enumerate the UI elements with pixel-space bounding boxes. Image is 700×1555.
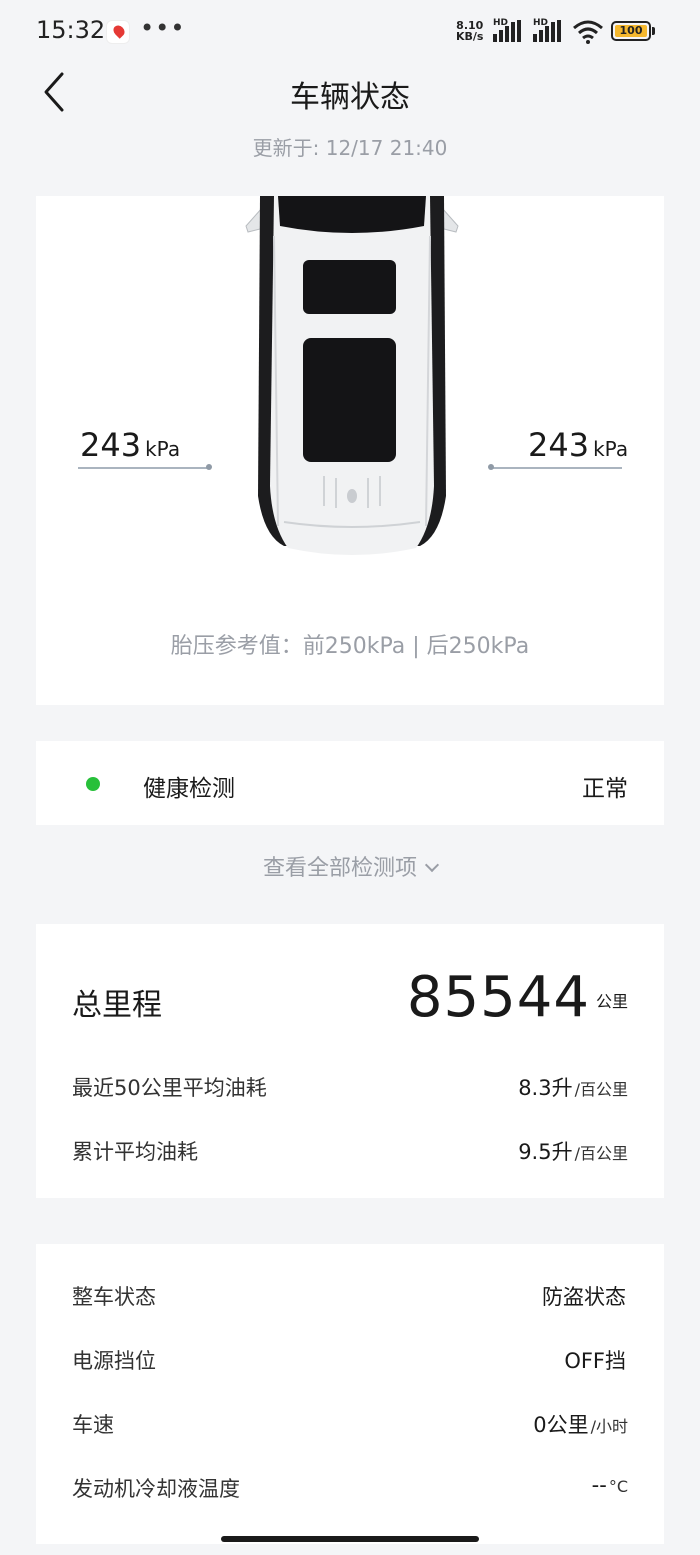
health-check-status: 正常 bbox=[582, 776, 628, 802]
mileage-card: 总里程 85544 公里 最近50公里平均油耗 8.3升/百公里 累计平均油耗 … bbox=[36, 924, 664, 1198]
chevron-down-icon bbox=[424, 857, 440, 873]
health-check-label: 健康检测 bbox=[143, 776, 235, 802]
right-tire-dot bbox=[488, 464, 494, 470]
left-tire-value: 243 bbox=[80, 426, 142, 464]
recent-fuel-consumption-unit: /百公里 bbox=[574, 1080, 628, 1099]
health-check-row[interactable]: 健康检测 正常 bbox=[36, 741, 664, 825]
average-fuel-consumption-unit: /百公里 bbox=[574, 1144, 628, 1163]
coolant-temp-unit: °C bbox=[608, 1477, 628, 1496]
left-tire-dot bbox=[206, 464, 212, 470]
right-tire-value: 243 bbox=[528, 426, 590, 464]
vehicle-state-number: 防盗状态 bbox=[542, 1285, 626, 1309]
average-fuel-consumption-number: 9.5升 bbox=[518, 1140, 573, 1164]
speed-value: 0公里/小时 bbox=[533, 1409, 628, 1439]
recent-fuel-consumption-value: 8.3升/百公里 bbox=[518, 1072, 628, 1102]
power-gear-label: 电源挡位 bbox=[72, 1349, 156, 1373]
car-top-view-image bbox=[245, 196, 459, 555]
health-status-dot bbox=[86, 777, 100, 791]
battery-tip bbox=[652, 27, 655, 35]
right-tire-unit: kPa bbox=[593, 437, 629, 461]
battery-level: 100 bbox=[615, 25, 647, 37]
left-tire-leader-line bbox=[78, 467, 210, 469]
signal-1-icon: HD bbox=[493, 18, 523, 42]
power-gear-value: OFF挡 bbox=[564, 1345, 628, 1375]
status-time: 15:32 bbox=[36, 16, 106, 44]
average-fuel-consumption-value: 9.5升/百公里 bbox=[518, 1136, 628, 1166]
speed-unit: /小时 bbox=[590, 1417, 628, 1436]
network-speed: 8.10 KB/s bbox=[456, 20, 483, 42]
status-bar: 15:32 ••• 8.10 KB/s HD HD 100 bbox=[0, 0, 700, 64]
right-tire-leader-line bbox=[492, 467, 622, 469]
average-fuel-consumption-label: 累计平均油耗 bbox=[72, 1140, 198, 1164]
odometer-value: 85544 bbox=[406, 965, 590, 1030]
vehicle-status-card: 整车状态 防盗状态 电源挡位 OFF挡 车速 0公里/小时 发动机冷却液温度 -… bbox=[36, 1244, 664, 1544]
updated-time: 更新于: 12/17 21:40 bbox=[252, 136, 448, 160]
left-tire-unit: kPa bbox=[145, 437, 181, 461]
odometer-label: 总里程 bbox=[72, 988, 162, 1023]
network-speed-unit: KB/s bbox=[456, 30, 484, 43]
map-app-icon bbox=[106, 20, 130, 44]
recent-fuel-consumption-label: 最近50公里平均油耗 bbox=[72, 1076, 267, 1100]
coolant-temp-label: 发动机冷却液温度 bbox=[72, 1477, 240, 1501]
signal-2-icon: HD bbox=[533, 18, 563, 42]
home-indicator[interactable] bbox=[221, 1536, 479, 1542]
coolant-temp-number: -- bbox=[591, 1473, 607, 1497]
more-notifications-icon: ••• bbox=[140, 14, 186, 42]
power-gear-number: OFF挡 bbox=[564, 1349, 626, 1373]
vehicle-state-label: 整车状态 bbox=[72, 1285, 156, 1309]
page-title: 车辆状态 bbox=[290, 80, 410, 115]
odometer-unit: 公里 bbox=[595, 992, 628, 1011]
vehicle-state-value: 防盗状态 bbox=[542, 1281, 628, 1311]
view-all-checks-label: 查看全部检测项 bbox=[262, 856, 417, 881]
speed-number: 0公里 bbox=[533, 1413, 589, 1437]
left-tire-pressure: 243 kPa bbox=[80, 426, 180, 464]
battery-icon: 100 bbox=[611, 21, 651, 41]
view-all-checks-button[interactable]: 查看全部检测项 bbox=[0, 850, 700, 882]
speed-label: 车速 bbox=[72, 1413, 114, 1437]
tire-reference-value: 胎压参考值：前250kPa | 后250kPa bbox=[170, 634, 530, 659]
right-tire-pressure: 243 kPa bbox=[528, 426, 628, 464]
wifi-icon bbox=[573, 20, 603, 44]
coolant-temp-value: -- °C bbox=[592, 1473, 628, 1497]
tire-pressure-card: 243 kPa 243 kPa 胎压参考值：前250kPa | 后250kPa bbox=[36, 196, 664, 705]
recent-fuel-consumption-number: 8.3升 bbox=[518, 1076, 573, 1100]
